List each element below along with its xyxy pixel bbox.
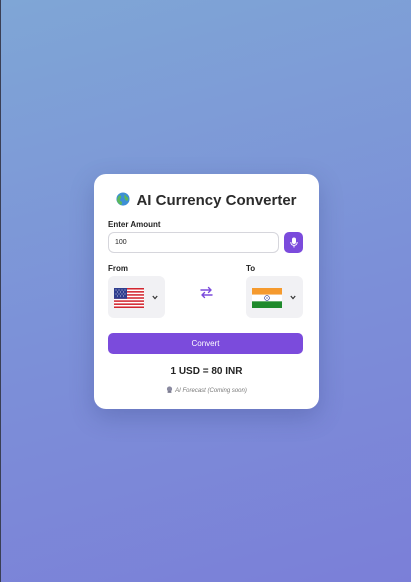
swap-arrows-icon [200, 286, 213, 299]
page-title: AI Currency Converter [136, 192, 297, 209]
convert-button[interactable]: Convert [108, 333, 303, 354]
app-title-row: AI Currency Converter [94, 192, 319, 209]
amount-label: Enter Amount [108, 220, 161, 229]
from-currency-select[interactable] [108, 276, 165, 318]
from-label: From [108, 264, 128, 273]
chevron-down-icon [290, 295, 296, 300]
globe-icon [116, 192, 131, 206]
crystal-ball-icon [167, 386, 173, 393]
forecast-note: AI Forecast (Coming soon) [94, 386, 319, 394]
microphone-icon [289, 237, 298, 248]
voice-input-button[interactable] [284, 232, 303, 253]
conversion-result: 1 USD = 80 INR [170, 366, 243, 377]
forecast-text: AI Forecast (Coming soon) [175, 388, 247, 394]
window-edge [0, 0, 1, 582]
us-flag-icon [114, 288, 144, 308]
to-currency-select[interactable] [246, 276, 303, 318]
chevron-down-icon [152, 295, 158, 300]
to-label: To [246, 264, 256, 273]
india-flag-icon [252, 288, 282, 308]
amount-input[interactable] [108, 232, 279, 253]
converter-card: AI Currency Converter Enter Amount From … [94, 174, 319, 409]
swap-currencies-button[interactable] [198, 284, 215, 301]
